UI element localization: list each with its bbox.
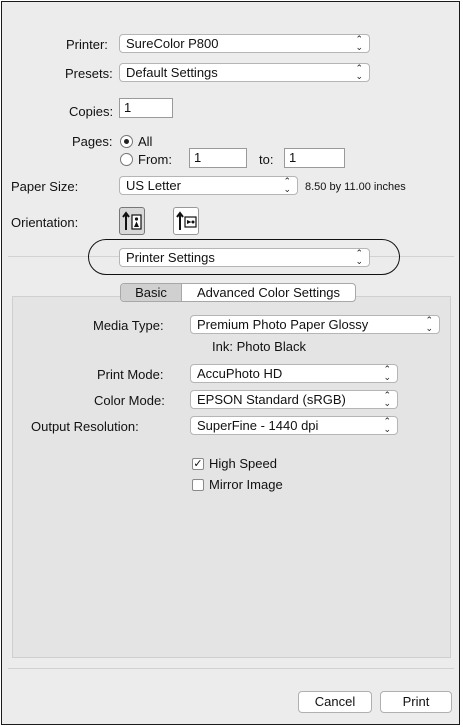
pages-from-radio[interactable] (120, 153, 133, 166)
chevron-updown-icon: ⌃ ⌄ (355, 34, 363, 52)
cancel-button[interactable]: Cancel (298, 691, 372, 713)
chevron-updown-icon: ⌃ ⌄ (383, 416, 391, 434)
orientation-landscape-button[interactable] (173, 207, 199, 235)
copies-field[interactable]: 1 (119, 98, 173, 118)
printer-select[interactable]: SureColor P800 ⌃ ⌄ (119, 34, 370, 53)
copies-label: Copies: (69, 104, 114, 119)
output-resolution-select[interactable]: SuperFine - 1440 dpi ⌃ ⌄ (190, 416, 398, 435)
tab-basic-label: Basic (135, 285, 167, 300)
tab-advanced-color[interactable]: Advanced Color Settings (182, 284, 355, 301)
chevron-updown-icon: ⌃ ⌄ (355, 248, 363, 266)
portrait-icon (122, 211, 142, 230)
section-menu-select[interactable]: Printer Settings ⌃ ⌄ (119, 248, 370, 267)
footer-divider (8, 668, 454, 669)
landscape-icon (176, 211, 197, 230)
high-speed-label: High Speed (209, 456, 277, 471)
media-type-value: Premium Photo Paper Glossy (197, 317, 369, 332)
mirror-image-label: Mirror Image (209, 477, 283, 492)
tab-basic[interactable]: Basic (121, 284, 182, 301)
mirror-image-checkbox[interactable] (192, 479, 204, 491)
printer-label: Printer: (66, 37, 108, 52)
presets-select[interactable]: Default Settings ⌃ ⌄ (119, 63, 370, 82)
color-mode-label: Color Mode: (94, 393, 165, 408)
pages-to-label: to: (259, 152, 274, 167)
print-mode-value: AccuPhoto HD (197, 366, 283, 381)
media-type-select[interactable]: Premium Photo Paper Glossy ⌃ ⌄ (190, 315, 440, 334)
tab-advanced-color-label: Advanced Color Settings (196, 285, 341, 300)
high-speed-checkbox[interactable]: ✓ (192, 458, 204, 470)
ink-info: Ink: Photo Black (212, 339, 306, 354)
tab-bar: Basic Advanced Color Settings (120, 283, 356, 302)
print-mode-label: Print Mode: (97, 367, 164, 382)
output-resolution-value: SuperFine - 1440 dpi (197, 418, 319, 433)
color-mode-value: EPSON Standard (sRGB) (197, 392, 346, 407)
chevron-updown-icon: ⌃ ⌄ (355, 63, 363, 81)
chevron-updown-icon: ⌃ ⌄ (283, 176, 291, 194)
media-type-label: Media Type: (93, 318, 164, 333)
output-resolution-label: Output Resolution: (31, 419, 139, 434)
paper-dimensions: 8.50 by 11.00 inches (305, 181, 406, 193)
paper-size-value: US Letter (126, 178, 181, 193)
print-button[interactable]: Print (380, 691, 452, 713)
paper-size-select[interactable]: US Letter ⌃ ⌄ (119, 176, 298, 195)
pages-from-label: From: (138, 152, 172, 167)
color-mode-select[interactable]: EPSON Standard (sRGB) ⌃ ⌄ (190, 390, 398, 409)
paper-size-label: Paper Size: (11, 179, 79, 194)
pages-label: Pages: (72, 134, 113, 149)
pages-from-field[interactable]: 1 (189, 148, 247, 168)
pages-to-field[interactable]: 1 (284, 148, 345, 168)
pages-all-label: All (138, 134, 153, 149)
presets-select-value: Default Settings (126, 65, 218, 80)
chevron-updown-icon: ⌃ ⌄ (383, 364, 391, 382)
orientation-portrait-button[interactable] (119, 207, 145, 235)
print-dialog: Printer: SureColor P800 ⌃ ⌄ Presets: Defa… (1, 1, 460, 725)
presets-label: Presets: (65, 66, 113, 81)
pages-all-radio[interactable] (120, 135, 133, 148)
orientation-label: Orientation: (11, 215, 79, 230)
section-menu-value: Printer Settings (126, 250, 215, 265)
chevron-updown-icon: ⌃ ⌄ (425, 315, 433, 333)
printer-select-value: SureColor P800 (126, 36, 219, 51)
print-mode-select[interactable]: AccuPhoto HD ⌃ ⌄ (190, 364, 398, 383)
chevron-updown-icon: ⌃ ⌄ (383, 390, 391, 408)
